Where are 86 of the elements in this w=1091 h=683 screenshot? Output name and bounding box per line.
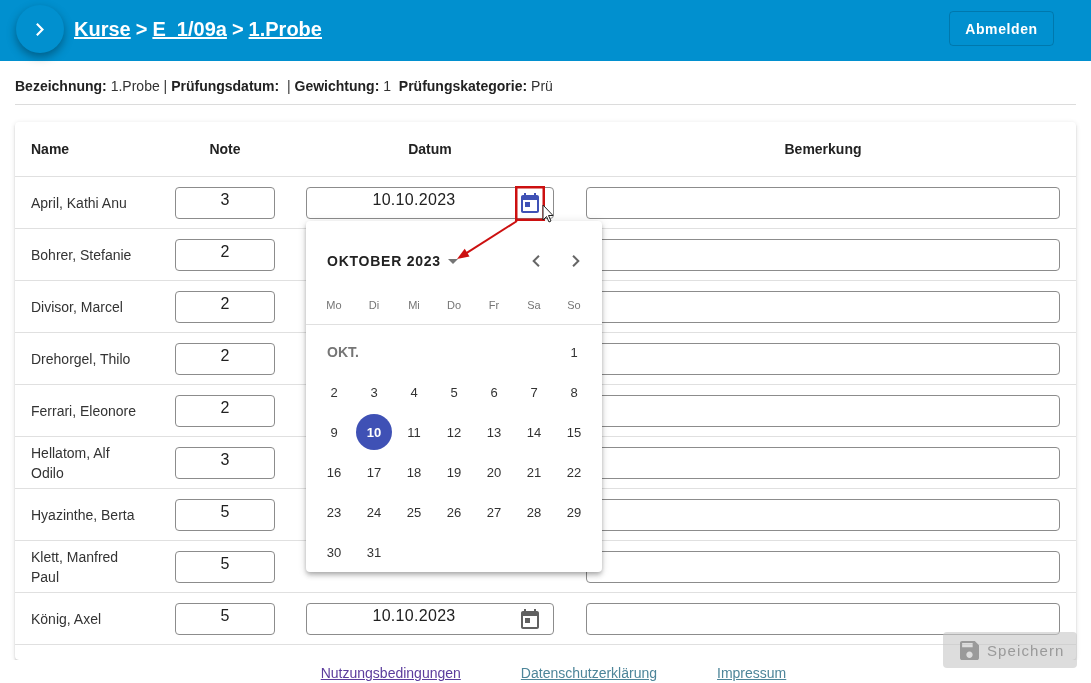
calendar-day[interactable]: 24 xyxy=(356,494,392,530)
grade-field[interactable]: 2 xyxy=(175,238,275,271)
student-name: Drehorgel, Thilo xyxy=(31,349,131,369)
highlight-box xyxy=(515,186,545,221)
calendar-day[interactable]: 21 xyxy=(516,454,552,490)
weekday-label: Mi xyxy=(408,299,420,311)
exam-details: Bezeichnung: 1.Probe | Prüfungsdatum: | Gewichtung: 1 Prüfungskategorie: Prü xyxy=(15,78,553,94)
student-name: April, Kathi Anu xyxy=(31,193,127,213)
calendar-icon[interactable] xyxy=(521,608,539,629)
footer-link[interactable]: Datenschutzerklärung xyxy=(520,665,658,681)
weekday-label: So xyxy=(567,299,581,311)
calendar-day[interactable]: 31 xyxy=(356,534,392,570)
grade-field[interactable]: 2 xyxy=(175,342,275,375)
weekday-label: Sa xyxy=(527,299,541,311)
remark-field[interactable] xyxy=(586,602,1060,635)
calendar-day[interactable]: 28 xyxy=(516,494,552,530)
grade-field[interactable]: 5 xyxy=(175,550,275,583)
breadcrumb-separator: > xyxy=(231,18,244,41)
calendar-day[interactable]: 29 xyxy=(556,494,592,530)
calendar-day[interactable]: 18 xyxy=(396,454,432,490)
breadcrumb-separator: > xyxy=(135,18,148,41)
student-name: Divisor, Marcel xyxy=(31,297,123,317)
student-name: König, Axel xyxy=(31,609,102,629)
grade-field[interactable]: 2 xyxy=(175,290,275,323)
calendar-day[interactable]: 27 xyxy=(476,494,512,530)
menu-button[interactable] xyxy=(16,5,64,53)
calendar-icon[interactable] xyxy=(521,192,539,213)
calendar-day[interactable]: 25 xyxy=(396,494,432,530)
student-name: Hyazinthe, Berta xyxy=(31,505,135,525)
calendar-day[interactable]: 10 xyxy=(356,414,392,450)
calendar-day[interactable]: 8 xyxy=(556,374,592,410)
chevron-right-icon xyxy=(36,22,44,36)
weekday-label: Di xyxy=(368,299,380,311)
calendar-day[interactable]: 15 xyxy=(556,414,592,450)
calendar-day[interactable]: 5 xyxy=(436,374,472,410)
calendar-day[interactable]: 16 xyxy=(316,454,352,490)
month-year-button[interactable]: OKTOBER 2023 xyxy=(327,253,458,269)
weekday-label: Fr xyxy=(488,299,500,311)
month-label: OKT. xyxy=(327,344,359,360)
calendar-day[interactable]: 14 xyxy=(516,414,552,450)
grade-field[interactable]: 3 xyxy=(175,186,275,219)
weekday-label: Mo xyxy=(326,299,342,311)
calendar-day[interactable]: 12 xyxy=(436,414,472,450)
calendar-day[interactable]: 11 xyxy=(396,414,432,450)
calendar-day[interactable]: 13 xyxy=(476,414,512,450)
column-header: Bemerkung xyxy=(784,141,862,157)
calendar-day[interactable]: 23 xyxy=(316,494,352,530)
annotation-arrow xyxy=(457,220,518,259)
column-header: Note xyxy=(209,141,241,157)
footer-link[interactable]: Nutzungsbedingungen xyxy=(320,665,461,681)
footer-link[interactable]: Impressum xyxy=(717,665,787,681)
logout-button[interactable]: Abmelden xyxy=(949,11,1054,46)
calendar-day[interactable]: 22 xyxy=(556,454,592,490)
calendar-day[interactable]: 1 xyxy=(556,334,592,370)
column-header: Name xyxy=(31,140,70,159)
grade-field[interactable]: 5 xyxy=(175,602,275,635)
student-name: Ferrari, Eleonore xyxy=(31,401,137,421)
student-name: Klett, Manfred Paul xyxy=(31,547,120,587)
calendar-day[interactable]: 2 xyxy=(316,374,352,410)
student-name: Bohrer, Stefanie xyxy=(31,245,132,265)
remark-field[interactable] xyxy=(586,550,1060,583)
date-field[interactable]: 10.10.2023 xyxy=(306,602,554,635)
grade-field[interactable]: 2 xyxy=(175,394,275,427)
student-name: Hellatom, Alf Odilo xyxy=(31,443,111,483)
calendar-day[interactable]: 7 xyxy=(516,374,552,410)
calendar-day[interactable]: 30 xyxy=(316,534,352,570)
chevron-left-icon xyxy=(532,255,540,267)
calendar-day[interactable]: 4 xyxy=(396,374,432,410)
chevron-right-icon xyxy=(572,255,580,267)
calendar-day[interactable]: 3 xyxy=(356,374,392,410)
weekday-label: Do xyxy=(446,299,462,311)
breadcrumb-link[interactable]: Kurse xyxy=(74,18,131,41)
grade-field[interactable]: 3 xyxy=(175,446,275,479)
breadcrumb-link[interactable]: E_1/09a xyxy=(152,18,227,41)
calendar-day[interactable]: 19 xyxy=(436,454,472,490)
calendar-day[interactable]: 9 xyxy=(316,414,352,450)
calendar-day[interactable]: 6 xyxy=(476,374,512,410)
column-header: Datum xyxy=(408,141,452,157)
remark-field[interactable] xyxy=(586,186,1060,219)
calendar-day[interactable]: 26 xyxy=(436,494,472,530)
calendar-day[interactable]: 20 xyxy=(476,454,512,490)
calendar-day[interactable]: 17 xyxy=(356,454,392,490)
breadcrumb-link[interactable]: 1.Probe xyxy=(248,18,322,41)
caret-icon xyxy=(447,258,458,264)
grade-field[interactable]: 5 xyxy=(175,498,275,531)
date-field[interactable]: 10.10.2023 xyxy=(306,186,554,219)
